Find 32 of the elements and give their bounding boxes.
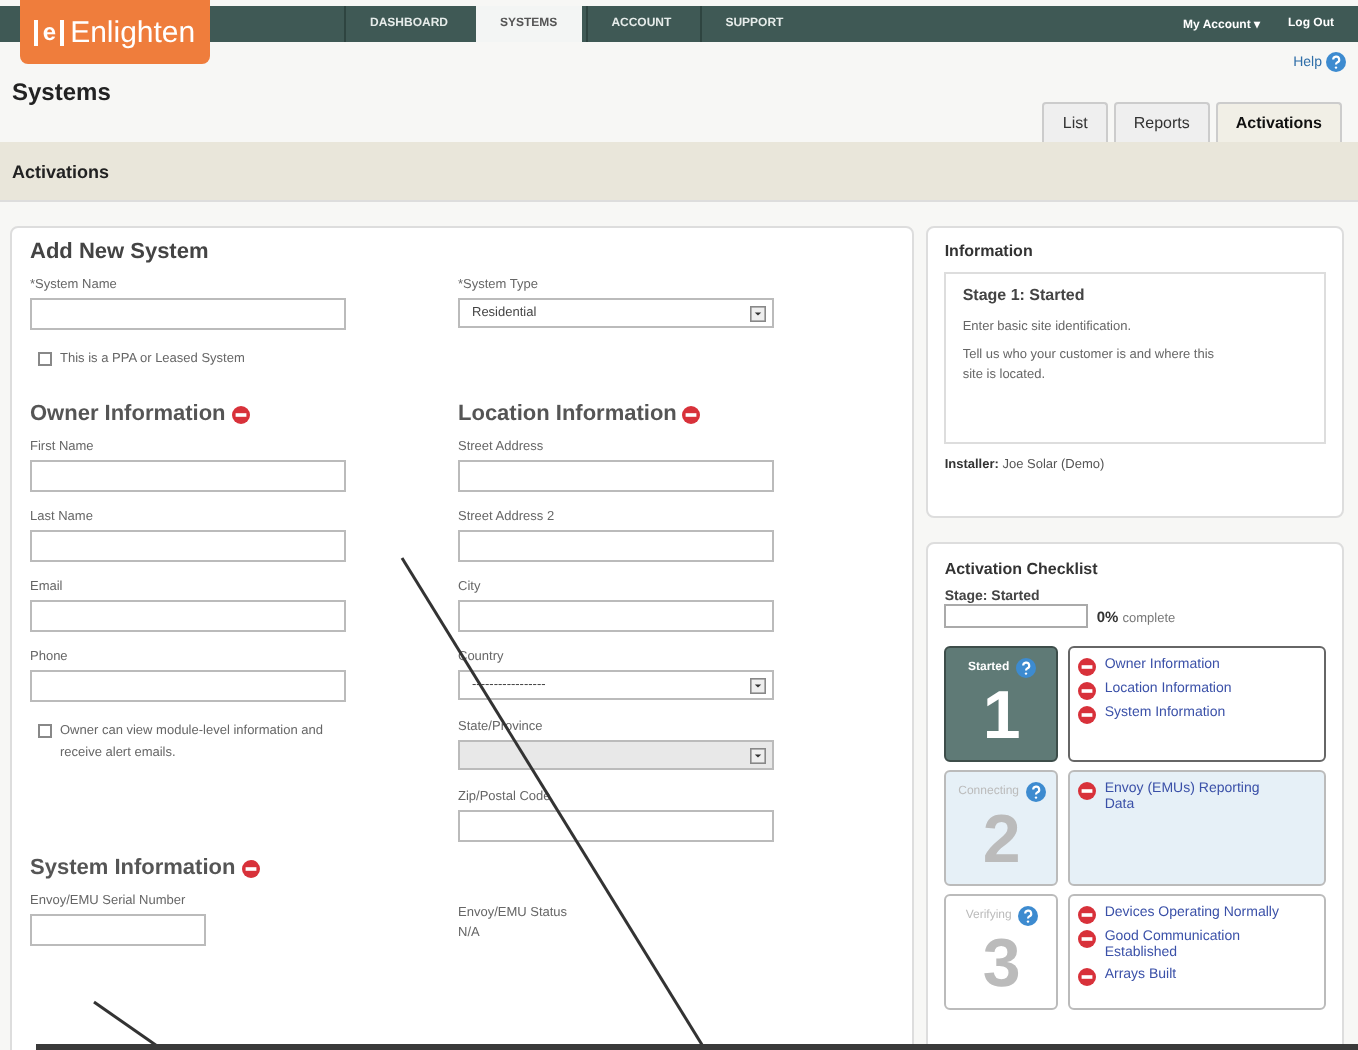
input-field[interactable] [30, 914, 206, 946]
dropdown-arrow-icon [750, 305, 766, 321]
input-field[interactable] [30, 670, 346, 702]
dropdown-arrow-icon [750, 677, 766, 693]
help-icon [1017, 906, 1038, 926]
form-title: Add New System [30, 240, 211, 264]
input-field[interactable] [458, 810, 774, 842]
page-title: Systems [12, 78, 111, 106]
input-field[interactable] [458, 600, 774, 632]
tab[interactable]: List [1042, 102, 1108, 142]
tab[interactable]: Activations [1215, 102, 1342, 142]
input-field[interactable] [30, 298, 346, 330]
section-heading: Owner Information [30, 402, 226, 426]
input-field[interactable] [30, 460, 346, 492]
help-icon [1025, 782, 1045, 802]
input-field[interactable] [458, 460, 774, 492]
stage-title: Stage 1: Started [962, 286, 1087, 304]
help-icon [1015, 658, 1036, 678]
card-title: Activation Checklist [944, 560, 1100, 578]
section-heading: Location Information [458, 402, 677, 426]
tab[interactable]: Reports [1113, 102, 1210, 142]
input-field[interactable] [458, 530, 774, 562]
input-field[interactable] [30, 600, 346, 632]
dropdown-arrow-icon [750, 747, 766, 763]
input-field[interactable] [30, 530, 346, 562]
section-heading: System Information [30, 856, 236, 880]
card-title: Information [944, 242, 1035, 260]
checkbox[interactable] [38, 352, 52, 366]
leader-line [93, 1000, 161, 1050]
section-title: Activations [12, 161, 110, 181]
help-icon [1326, 52, 1346, 72]
checkbox[interactable] [38, 724, 52, 738]
